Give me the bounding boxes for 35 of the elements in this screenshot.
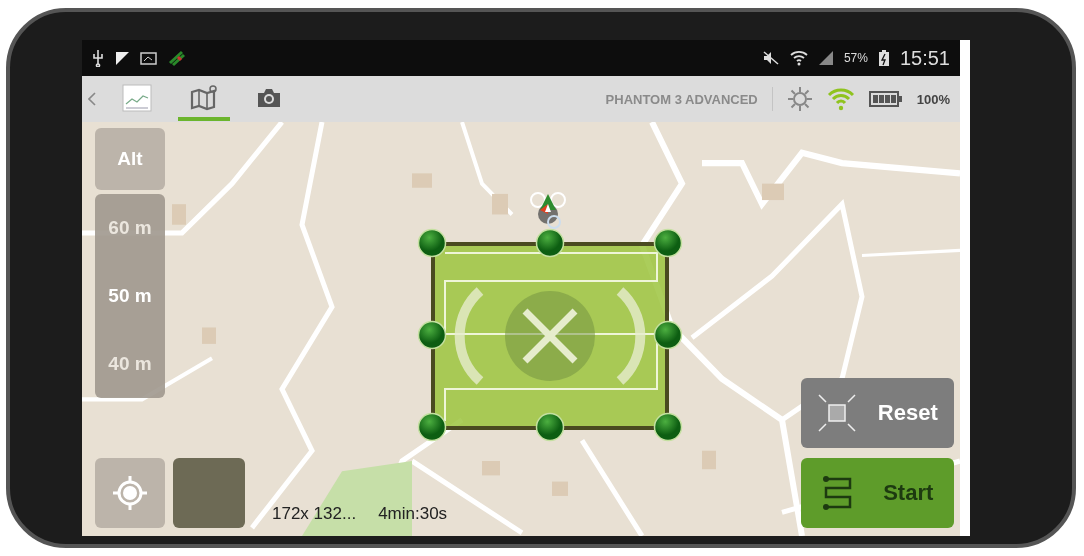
aircraft-battery-percent: 100%: [916, 91, 950, 107]
logo-icon: [122, 84, 152, 112]
wifi-signal-icon: [826, 87, 855, 111]
altitude-option[interactable]: 60 m: [95, 194, 165, 262]
drone-icon: [528, 190, 568, 230]
back-icon[interactable]: [88, 92, 96, 106]
map-icon: [190, 85, 218, 111]
settings-icon[interactable]: [786, 86, 813, 112]
reset-button[interactable]: Reset: [801, 378, 954, 448]
battery-icon: [868, 90, 903, 108]
battery-charging-icon: [877, 49, 890, 67]
satellite-thumbnail[interactable]: [173, 458, 245, 528]
clock-time: 15:51: [899, 46, 950, 70]
drone-app-icon: [168, 49, 186, 67]
start-button[interactable]: Start: [801, 458, 954, 528]
cell-signal-icon: [817, 50, 834, 66]
altitude-option[interactable]: 40 m: [95, 330, 165, 398]
battery-percent: 57%: [843, 51, 868, 65]
altitude-button[interactable]: Alt: [95, 128, 165, 190]
image-icon: [140, 50, 158, 66]
area-size: 172x 132...: [272, 504, 357, 524]
wifi-icon: [789, 50, 808, 66]
camera-icon: [256, 87, 282, 109]
survey-area-drawing[interactable]: [417, 228, 683, 442]
altitude-picker[interactable]: 60 m 50 m 40 m: [95, 194, 165, 398]
mute-icon: [761, 50, 780, 66]
altitude-option[interactable]: 50 m: [95, 262, 165, 330]
aircraft-name: PHANTOM 3 ADVANCED: [605, 91, 758, 107]
signal-icon: [114, 50, 130, 66]
route-icon: [821, 475, 854, 511]
usb-icon: [92, 49, 104, 67]
locate-button[interactable]: [95, 458, 165, 528]
shrink-square-icon: [817, 393, 858, 433]
flight-duration: 4min:30s: [378, 504, 448, 524]
crosshair-icon: [110, 473, 150, 513]
